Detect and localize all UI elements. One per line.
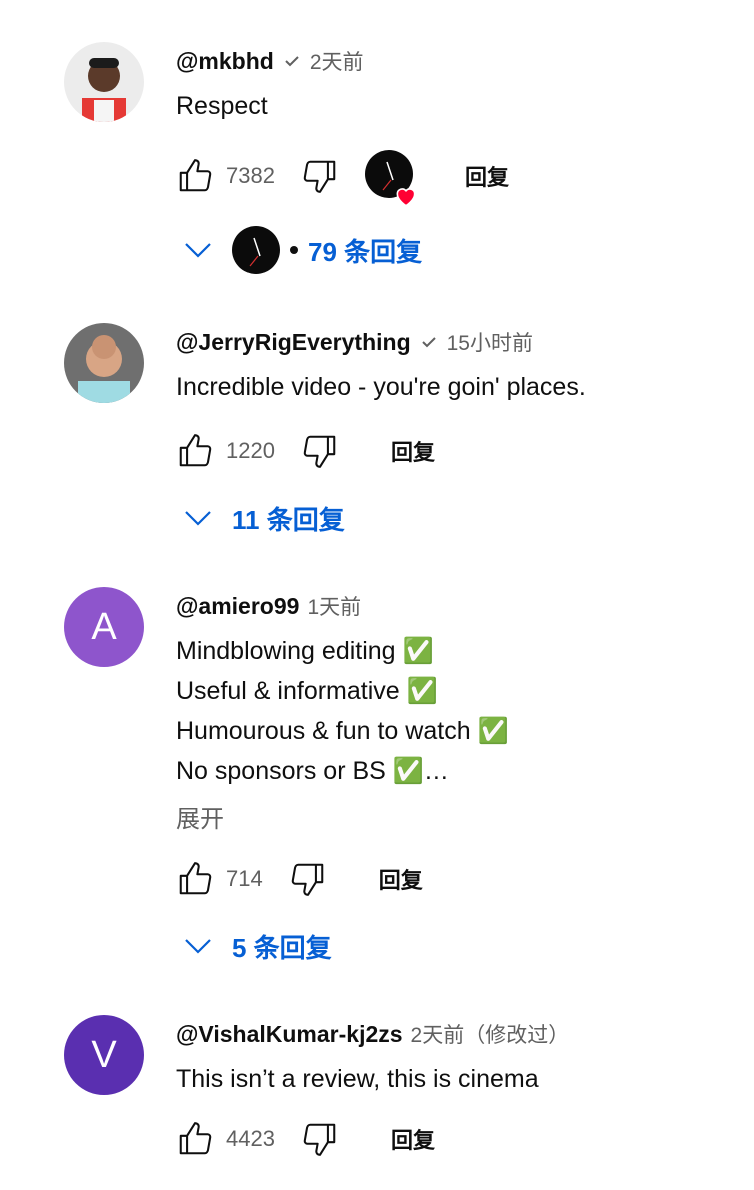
avatar-vishalkumar[interactable]: V (64, 1015, 144, 1095)
avatar-letter: A (91, 605, 117, 648)
thumb-up-icon (179, 862, 212, 895)
chevron-down-icon (176, 924, 220, 968)
reply-button[interactable]: 回复 (391, 435, 435, 467)
like-button[interactable] (176, 1120, 214, 1158)
avatar-photo (64, 323, 144, 403)
like-count: 714 (226, 866, 263, 891)
comment-text: Respect (176, 92, 268, 120)
comment-actions: 7382 回复 (176, 149, 509, 207)
comment-actions: 1220 回复 (176, 427, 435, 475)
reply-button[interactable]: 回复 (379, 863, 423, 895)
dislike-button[interactable] (289, 860, 327, 898)
verified-check-icon (285, 56, 299, 67)
comment-author[interactable]: @VishalKumar-kj2zs (176, 1021, 403, 1048)
comment-time[interactable]: 2天前（修改过） (411, 1019, 570, 1049)
avatar-jerryrigeverything[interactable] (64, 323, 144, 403)
comment-actions: 714 回复 (176, 855, 423, 903)
view-replies-button[interactable]: 5 条回复 (176, 921, 332, 971)
thumb-up-icon (179, 159, 212, 192)
comment-author[interactable]: @mkbhd (176, 48, 274, 75)
comment-text: Incredible video - you're goin' places. (176, 373, 586, 401)
read-more-button[interactable]: 展开 (176, 799, 734, 834)
reply-button[interactable]: 回复 (465, 160, 509, 192)
dislike-button[interactable] (301, 432, 339, 470)
like-button[interactable] (176, 157, 214, 195)
chevron-down-icon (176, 228, 220, 272)
replies-count[interactable]: 11 条回复 (232, 500, 345, 537)
like-count: 1220 (226, 438, 275, 463)
like-count: 4423 (226, 1126, 275, 1151)
like-button[interactable] (176, 432, 214, 470)
dislike-button[interactable] (301, 1120, 339, 1158)
thumb-up-icon (179, 434, 212, 467)
avatar-amiero99[interactable]: A (64, 587, 144, 667)
separator-dot (290, 246, 298, 254)
comment-text: Mindblowing editing ✅ Useful & informati… (176, 637, 509, 785)
replies-count[interactable]: 5 条回复 (232, 928, 332, 965)
comment-time[interactable]: 1天前 (307, 591, 361, 621)
thumb-down-icon (303, 1123, 336, 1156)
comment-time[interactable]: 15小时前 (447, 327, 533, 357)
verified-check-icon (421, 337, 436, 348)
like-count: 7382 (226, 163, 275, 188)
dislike-button[interactable] (301, 157, 339, 195)
thumb-down-icon (303, 435, 336, 468)
comment-actions: 4423 回复 (176, 1115, 435, 1163)
creator-reply-avatar (232, 226, 280, 274)
thumb-down-icon (303, 160, 336, 193)
comment-time[interactable]: 2天前 (310, 46, 364, 76)
view-replies-button[interactable]: 11 条回复 (176, 493, 345, 543)
thumb-up-icon (179, 1122, 212, 1155)
chevron-down-icon (176, 496, 220, 540)
thumb-down-icon (291, 863, 323, 896)
avatar-mkbhd[interactable] (64, 42, 144, 122)
comment-author[interactable]: @amiero99 (176, 593, 299, 620)
reply-button[interactable]: 回复 (391, 1123, 435, 1155)
like-button[interactable] (176, 860, 214, 898)
comment-text: This isn’t a review, this is cinema (176, 1065, 539, 1093)
watch-icon (249, 237, 261, 267)
heart-icon (396, 187, 416, 207)
comment-author[interactable]: @JerryRigEverything (176, 329, 411, 356)
avatar-letter: V (91, 1033, 117, 1076)
creator-heart (364, 149, 416, 207)
view-replies-button[interactable]: 79 条回复 (176, 225, 422, 275)
replies-count[interactable]: 79 条回复 (308, 232, 422, 269)
avatar-photo (64, 42, 144, 122)
